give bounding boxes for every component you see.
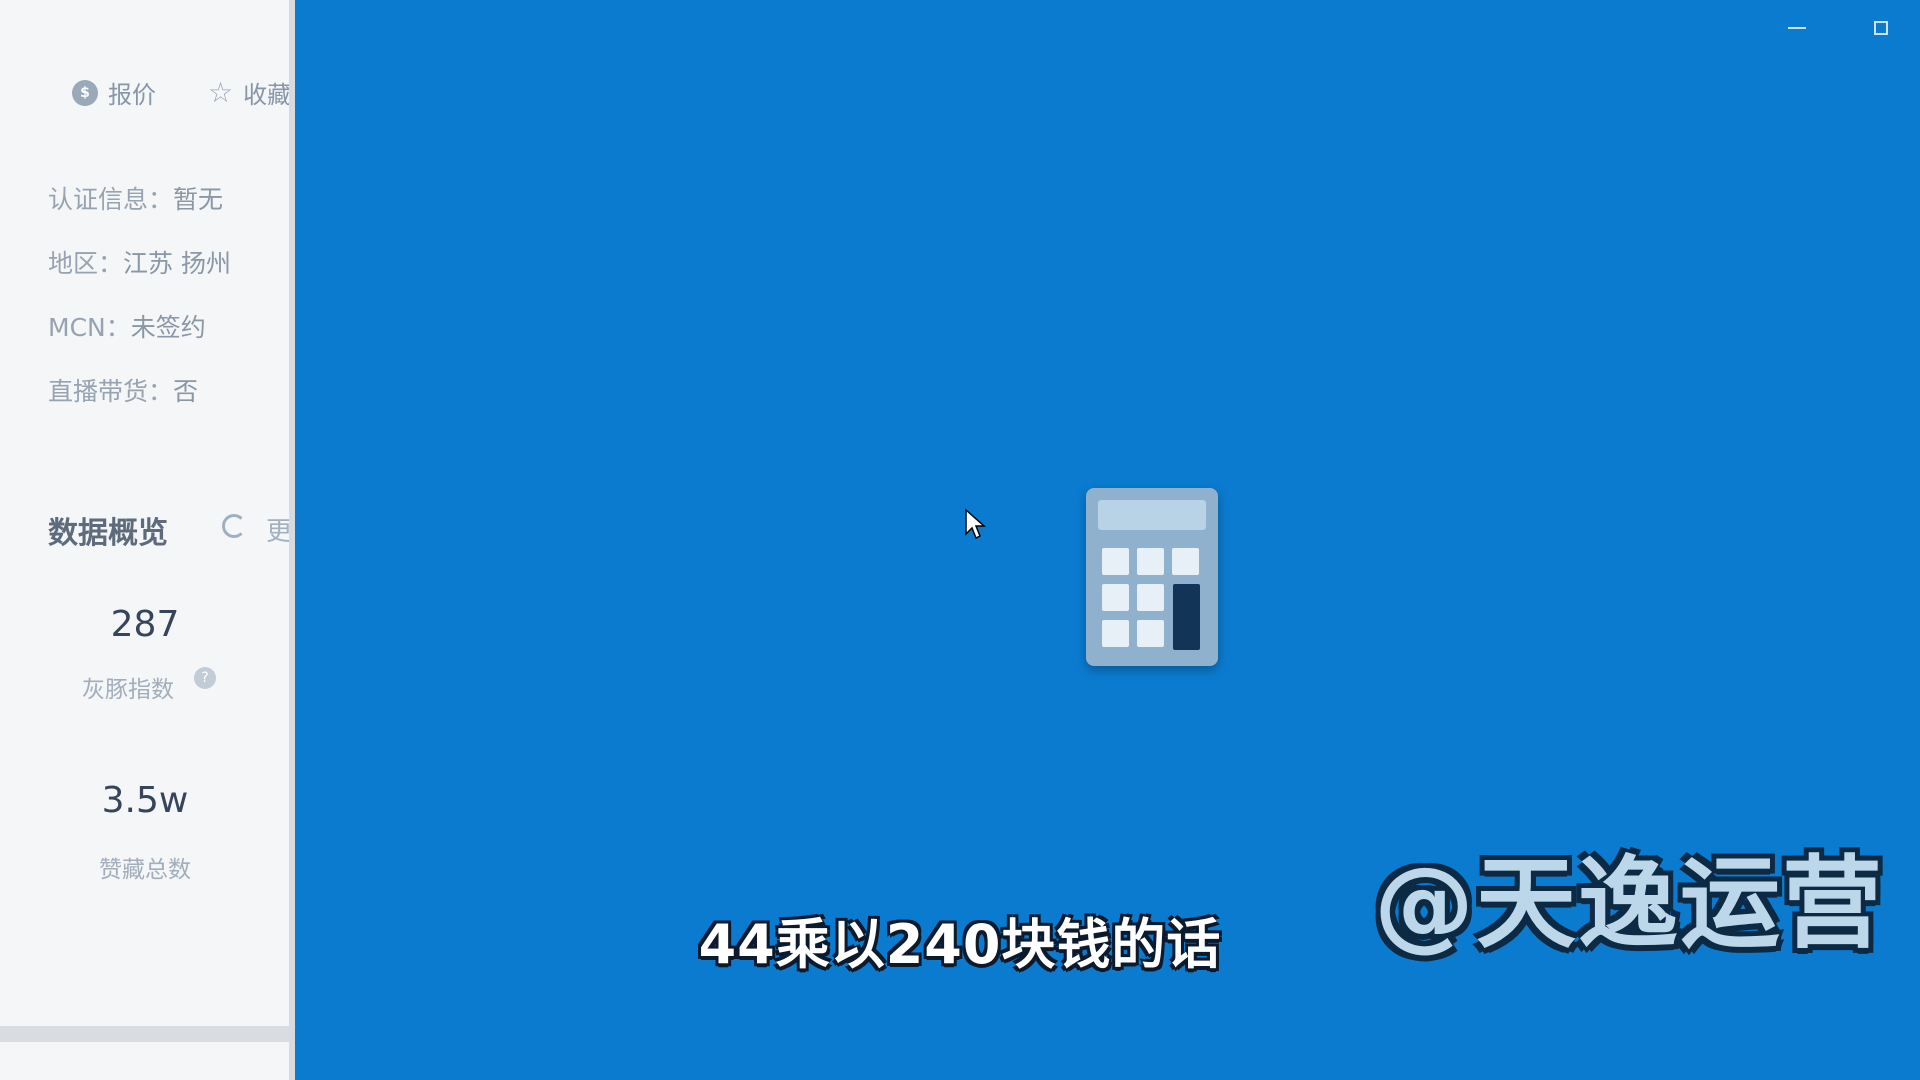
calculator-key bbox=[1137, 584, 1164, 611]
maximize-button[interactable] bbox=[1858, 10, 1904, 46]
calculator-display bbox=[1098, 500, 1206, 530]
region-value: 江苏 扬州 bbox=[123, 249, 231, 278]
calculator-equals-key bbox=[1173, 584, 1200, 650]
likes-total-label: 赞藏总数 bbox=[99, 857, 191, 883]
favorite-label: 收藏 bbox=[243, 81, 292, 109]
data-overview-title: 数据概览 bbox=[48, 516, 168, 551]
mcn-value: 未签约 bbox=[130, 313, 206, 342]
likes-total-value: 3.5w bbox=[101, 780, 189, 821]
screen: $ 报价 ☆ 收藏 认证信息：暂无 地区：江苏 扬州 MCN：未签约 直播带货：… bbox=[0, 0, 1920, 1080]
region-label: 地区： bbox=[48, 249, 124, 278]
certification-info: 认证信息：暂无 bbox=[48, 180, 223, 216]
minimize-button[interactable] bbox=[1774, 10, 1820, 46]
help-icon[interactable]: ? bbox=[194, 667, 216, 689]
minimize-icon bbox=[1788, 27, 1806, 29]
star-icon: ☆ bbox=[208, 75, 234, 109]
mcn-label: MCN： bbox=[48, 313, 131, 342]
calculator-key bbox=[1102, 620, 1129, 647]
region-info: 地区：江苏 扬州 bbox=[48, 244, 231, 280]
live-commerce-info: 直播带货：否 bbox=[48, 372, 198, 408]
calculator-key bbox=[1172, 548, 1199, 575]
quote-label: 报价 bbox=[108, 81, 156, 109]
huitun-index-value: 287 bbox=[110, 604, 180, 645]
mcn-info: MCN：未签约 bbox=[48, 308, 206, 344]
calculator-key bbox=[1137, 548, 1164, 575]
profile-actions: $ 报价 ☆ 收藏 bbox=[72, 75, 291, 110]
maximize-icon bbox=[1874, 21, 1888, 35]
live-commerce-value: 否 bbox=[173, 377, 199, 406]
quote-button[interactable]: $ 报价 bbox=[72, 75, 156, 110]
horizontal-scrollbar[interactable] bbox=[0, 1026, 295, 1042]
price-icon: $ bbox=[72, 79, 98, 106]
certification-value: 暂无 bbox=[173, 185, 224, 214]
calculator-icon bbox=[1086, 488, 1218, 666]
calculator-key bbox=[1102, 584, 1129, 611]
video-subtitle: 44乘以240块钱的话 bbox=[698, 913, 1222, 976]
calculator-key bbox=[1102, 548, 1129, 575]
refresh-icon[interactable] bbox=[222, 514, 246, 538]
calculator-key bbox=[1137, 620, 1164, 647]
certification-label: 认证信息： bbox=[48, 185, 174, 214]
favorite-button[interactable]: ☆ 收藏 bbox=[208, 75, 291, 110]
live-commerce-label: 直播带货： bbox=[48, 377, 174, 406]
cursor-icon bbox=[964, 508, 988, 546]
